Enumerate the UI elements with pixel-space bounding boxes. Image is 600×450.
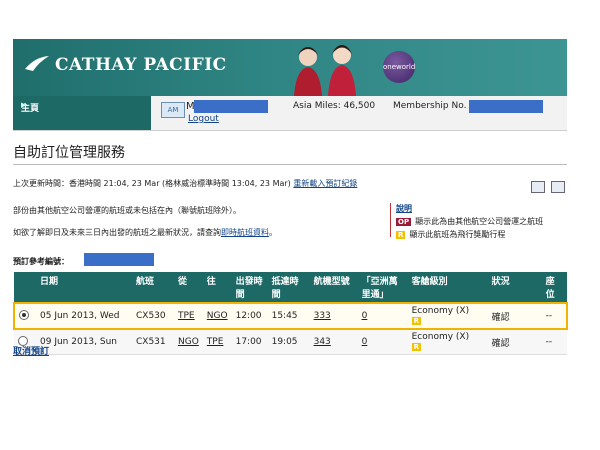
select-col-header xyxy=(14,272,36,303)
flight-status-note-suffix: 。 xyxy=(269,228,277,237)
row-select[interactable] xyxy=(13,302,36,330)
legend-r-row: R 顯示此航班為飛行獎勵行程 xyxy=(396,229,543,240)
cell-flight: CX531 xyxy=(132,329,174,355)
chevron-right-icon: ▶ xyxy=(21,101,27,109)
brand-name: CATHAY PACIFIC xyxy=(55,55,227,75)
cell-from-link[interactable]: TPE xyxy=(174,302,203,330)
cabin-text: Economy (X) xyxy=(411,306,470,316)
col-header-arrival: 抵達時間 xyxy=(267,272,310,303)
cell-aircraft-link[interactable]: 343 xyxy=(309,329,358,355)
legend-title[interactable]: 說明 xyxy=(396,203,543,214)
legend-op-text: 顯示此為由其他航空公司營運之航班 xyxy=(415,217,544,226)
codeshare-note: 部份由其他航空公司營運的航班或未包括在內（聯號航班除外）。 xyxy=(13,206,241,215)
cell-arrival: 19:05 xyxy=(267,329,310,355)
cell-flight: CX530 xyxy=(132,302,174,330)
logout-link[interactable]: Logout xyxy=(188,114,219,124)
col-header-from: 從 xyxy=(174,272,203,303)
account-bar: 主頁 ▶ AM M Logout Asia Miles: 46,500 Memb… xyxy=(13,96,567,131)
cell-to-link[interactable]: NGO xyxy=(202,302,232,330)
col-header-date: 日期 xyxy=(36,272,132,303)
reload-booking-link[interactable]: 重新載入預訂紀錄 xyxy=(293,179,357,188)
cell-arrival: 15:45 xyxy=(267,302,310,330)
cell-departure: 17:00 xyxy=(231,329,268,355)
col-header-asia-miles: 「亞洲萬里通」 xyxy=(357,272,408,303)
cell-miles-link[interactable]: 0 xyxy=(357,302,408,330)
header-banner: CATHAY PACIFIC oneworld xyxy=(13,39,567,96)
cell-from-link[interactable]: NGO xyxy=(174,329,203,355)
table-row[interactable]: 09 Jun 2013, Sun CX531 NGO TPE 17:00 19:… xyxy=(14,329,567,355)
col-header-departure: 出發時間 xyxy=(231,272,268,303)
redacted-booking-ref xyxy=(84,253,154,266)
cabin-text: Economy (X) xyxy=(411,332,470,342)
title-divider xyxy=(13,164,567,165)
brushwing-logo-icon xyxy=(25,56,49,71)
legend: 說明 OP 顯示此為由其他航空公司營運之航班 R 顯示此航班為飛行獎勵行程 xyxy=(396,203,543,240)
cell-aircraft-link[interactable]: 333 xyxy=(309,302,358,330)
oneworld-logo: oneworld xyxy=(383,51,415,83)
operated-by-other-badge: OP xyxy=(396,218,412,226)
col-header-aircraft: 航機型號 xyxy=(309,272,358,303)
col-header-to: 往 xyxy=(202,272,232,303)
col-header-flight: 航班 xyxy=(132,272,174,303)
col-header-seat: 座位 xyxy=(541,272,567,303)
col-header-cabin: 客艙級別 xyxy=(407,272,488,303)
flight-status-note-prefix: 如欲了解即日及未來三日內出發的航班之最新狀況，請查詢 xyxy=(13,228,221,237)
cabin-crew-image xyxy=(294,45,356,96)
legend-op-row: OP 顯示此為由其他航空公司營運之航班 xyxy=(396,216,543,227)
page-tools xyxy=(531,178,571,197)
membership-label: Membership No. : xyxy=(393,101,473,111)
table-header-row: 日期 航班 從 往 出發時間 抵達時間 航機型號 「亞洲萬里通」 客艙級別 狀況… xyxy=(14,272,567,303)
flight-status-note: 如欲了解即日及未來三日內出發的航班之最新狀況，請查詢即時航班資料。 xyxy=(13,227,277,238)
col-header-status: 狀況 xyxy=(487,272,542,303)
last-updated: 上次更新時間：香港時間 21:04, 23 Mar (格林威治標準時間 13:0… xyxy=(13,178,357,189)
flight-table: 日期 航班 從 往 出發時間 抵達時間 航機型號 「亞洲萬里通」 客艙級別 狀況… xyxy=(13,272,569,355)
cell-miles-link[interactable]: 0 xyxy=(357,329,408,355)
radio-selected-icon[interactable] xyxy=(19,309,29,320)
print-icon[interactable] xyxy=(551,181,565,193)
cancel-booking-link[interactable]: 取消預訂 xyxy=(13,344,49,357)
page-title: 自助訂位管理服務 xyxy=(13,145,125,161)
redacted-membership-number xyxy=(469,100,543,113)
flight-status-link[interactable]: 即時航班資料 xyxy=(221,228,269,237)
last-updated-text: 上次更新時間：香港時間 21:04, 23 Mar (格林威治標準時間 13:0… xyxy=(13,179,291,188)
cell-status: 確認 xyxy=(487,329,542,355)
cell-status: 確認 xyxy=(487,302,542,330)
asia-miles-balance: Asia Miles: 46,500 xyxy=(293,101,376,111)
asia-miles-card-icon: AM xyxy=(161,102,185,118)
cell-cabin: Economy (X) R xyxy=(407,302,488,330)
redacted-user-name xyxy=(194,100,268,113)
email-icon[interactable] xyxy=(531,181,545,193)
booking-ref-label: 預訂參考編號： xyxy=(13,257,69,266)
cell-seat: -- xyxy=(541,329,567,355)
legend-divider xyxy=(390,203,391,237)
cell-date: 05 Jun 2013, Wed xyxy=(36,302,132,330)
table-row[interactable]: 05 Jun 2013, Wed CX530 TPE NGO 12:00 15:… xyxy=(13,302,569,330)
home-tab[interactable]: 主頁 ▶ xyxy=(13,96,151,130)
cell-cabin: Economy (X) R xyxy=(407,329,488,355)
award-badge: R xyxy=(411,343,421,351)
cell-to-link[interactable]: TPE xyxy=(202,329,232,355)
cell-seat: -- xyxy=(541,302,569,330)
legend-r-text: 顯示此航班為飛行獎勵行程 xyxy=(409,230,506,239)
cell-departure: 12:00 xyxy=(231,302,268,330)
award-badge: R xyxy=(396,231,406,239)
award-badge: R xyxy=(411,317,421,325)
cell-date: 09 Jun 2013, Sun xyxy=(36,329,132,355)
